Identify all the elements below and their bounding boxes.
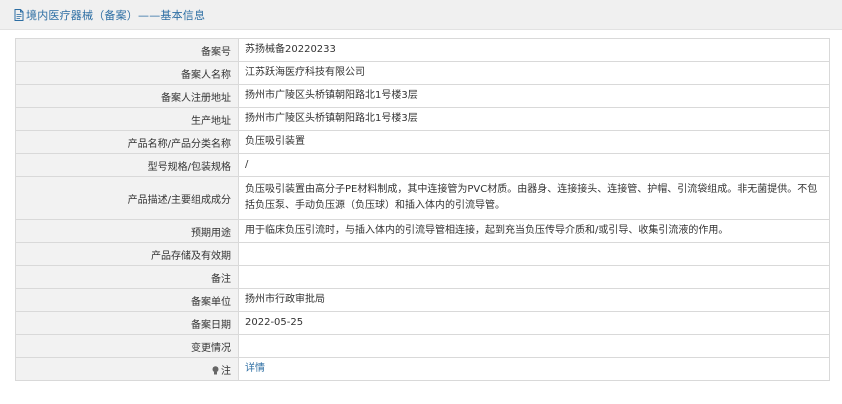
row-label-record-unit: 备案单位 <box>15 288 239 312</box>
table-row: 型号规格/包装规格 / <box>15 153 830 177</box>
row-label-production-address: 生产地址 <box>15 107 239 131</box>
row-label-registrant-address: 备案人注册地址 <box>15 84 239 108</box>
page-title: 境内医疗器械（备案）——基本信息 <box>26 8 206 22</box>
row-value-model-spec: / <box>238 153 830 177</box>
row-value-storage-validity <box>238 242 830 266</box>
row-value-remarks <box>238 265 830 289</box>
row-label-note: 注 <box>15 357 239 381</box>
table-row: 产品存储及有效期 <box>15 242 830 266</box>
row-label-model-spec: 型号规格/包装规格 <box>15 153 239 177</box>
row-label-record-date: 备案日期 <box>15 311 239 335</box>
table-row: 备案人注册地址 扬州市广陵区头桥镇朝阳路北1号楼3层 <box>15 84 830 108</box>
row-label-registrant-name: 备案人名称 <box>15 61 239 85</box>
document-icon <box>14 8 24 21</box>
table-row: 预期用途 用于临床负压引流时，与插入体内的引流导管相连接，起到充当负压传导介质和… <box>15 219 830 243</box>
table-row: 产品描述/主要组成成分 负压吸引装置由高分子PE材料制成，其中连接管为PVC材质… <box>15 176 830 220</box>
row-value-product-description: 负压吸引装置由高分子PE材料制成，其中连接管为PVC材质。由器身、连接接头、连接… <box>238 176 830 220</box>
bulb-icon <box>212 365 219 374</box>
table-row: 生产地址 扬州市广陵区头桥镇朝阳路北1号楼3层 <box>15 107 830 131</box>
details-link[interactable]: 详情 <box>245 363 265 374</box>
row-value-record-date: 2022-05-25 <box>238 311 830 335</box>
row-value-record-unit: 扬州市行政审批局 <box>238 288 830 312</box>
row-value-change-status <box>238 334 830 358</box>
table-row: 备案单位 扬州市行政审批局 <box>15 288 830 312</box>
row-value-intended-use: 用于临床负压引流时，与插入体内的引流导管相连接，起到充当负压传导介质和/或引导、… <box>238 219 830 243</box>
row-label-record-number: 备案号 <box>15 38 239 62</box>
table-row: 备注 <box>15 265 830 289</box>
row-label-product-description: 产品描述/主要组成成分 <box>15 176 239 220</box>
table-row: 备案日期 2022-05-25 <box>15 311 830 335</box>
table-row: 变更情况 <box>15 334 830 358</box>
row-label-change-status: 变更情况 <box>15 334 239 358</box>
row-label-remarks: 备注 <box>15 265 239 289</box>
table-row: 产品名称/产品分类名称 负压吸引装置 <box>15 130 830 154</box>
note-label-text: 注 <box>221 365 231 377</box>
table-row: 备案号 苏扬械备20220233 <box>15 38 830 62</box>
row-label-intended-use: 预期用途 <box>15 219 239 243</box>
row-value-record-number: 苏扬械备20220233 <box>238 38 830 62</box>
row-value-registrant-address: 扬州市广陵区头桥镇朝阳路北1号楼3层 <box>238 84 830 108</box>
page-header: 境内医疗器械（备案）——基本信息 <box>0 0 842 30</box>
info-table: 备案号 苏扬械备20220233 备案人名称 江苏跃海医疗科技有限公司 备案人注… <box>15 38 830 381</box>
row-label-storage-validity: 产品存储及有效期 <box>15 242 239 266</box>
row-value-note: 详情 <box>238 357 830 381</box>
row-value-product-name: 负压吸引装置 <box>238 130 830 154</box>
row-value-registrant-name: 江苏跃海医疗科技有限公司 <box>238 61 830 85</box>
row-label-product-name: 产品名称/产品分类名称 <box>15 130 239 154</box>
row-value-production-address: 扬州市广陵区头桥镇朝阳路北1号楼3层 <box>238 107 830 131</box>
table-row: 备案人名称 江苏跃海医疗科技有限公司 <box>15 61 830 85</box>
table-row: 注 详情 <box>15 357 830 381</box>
